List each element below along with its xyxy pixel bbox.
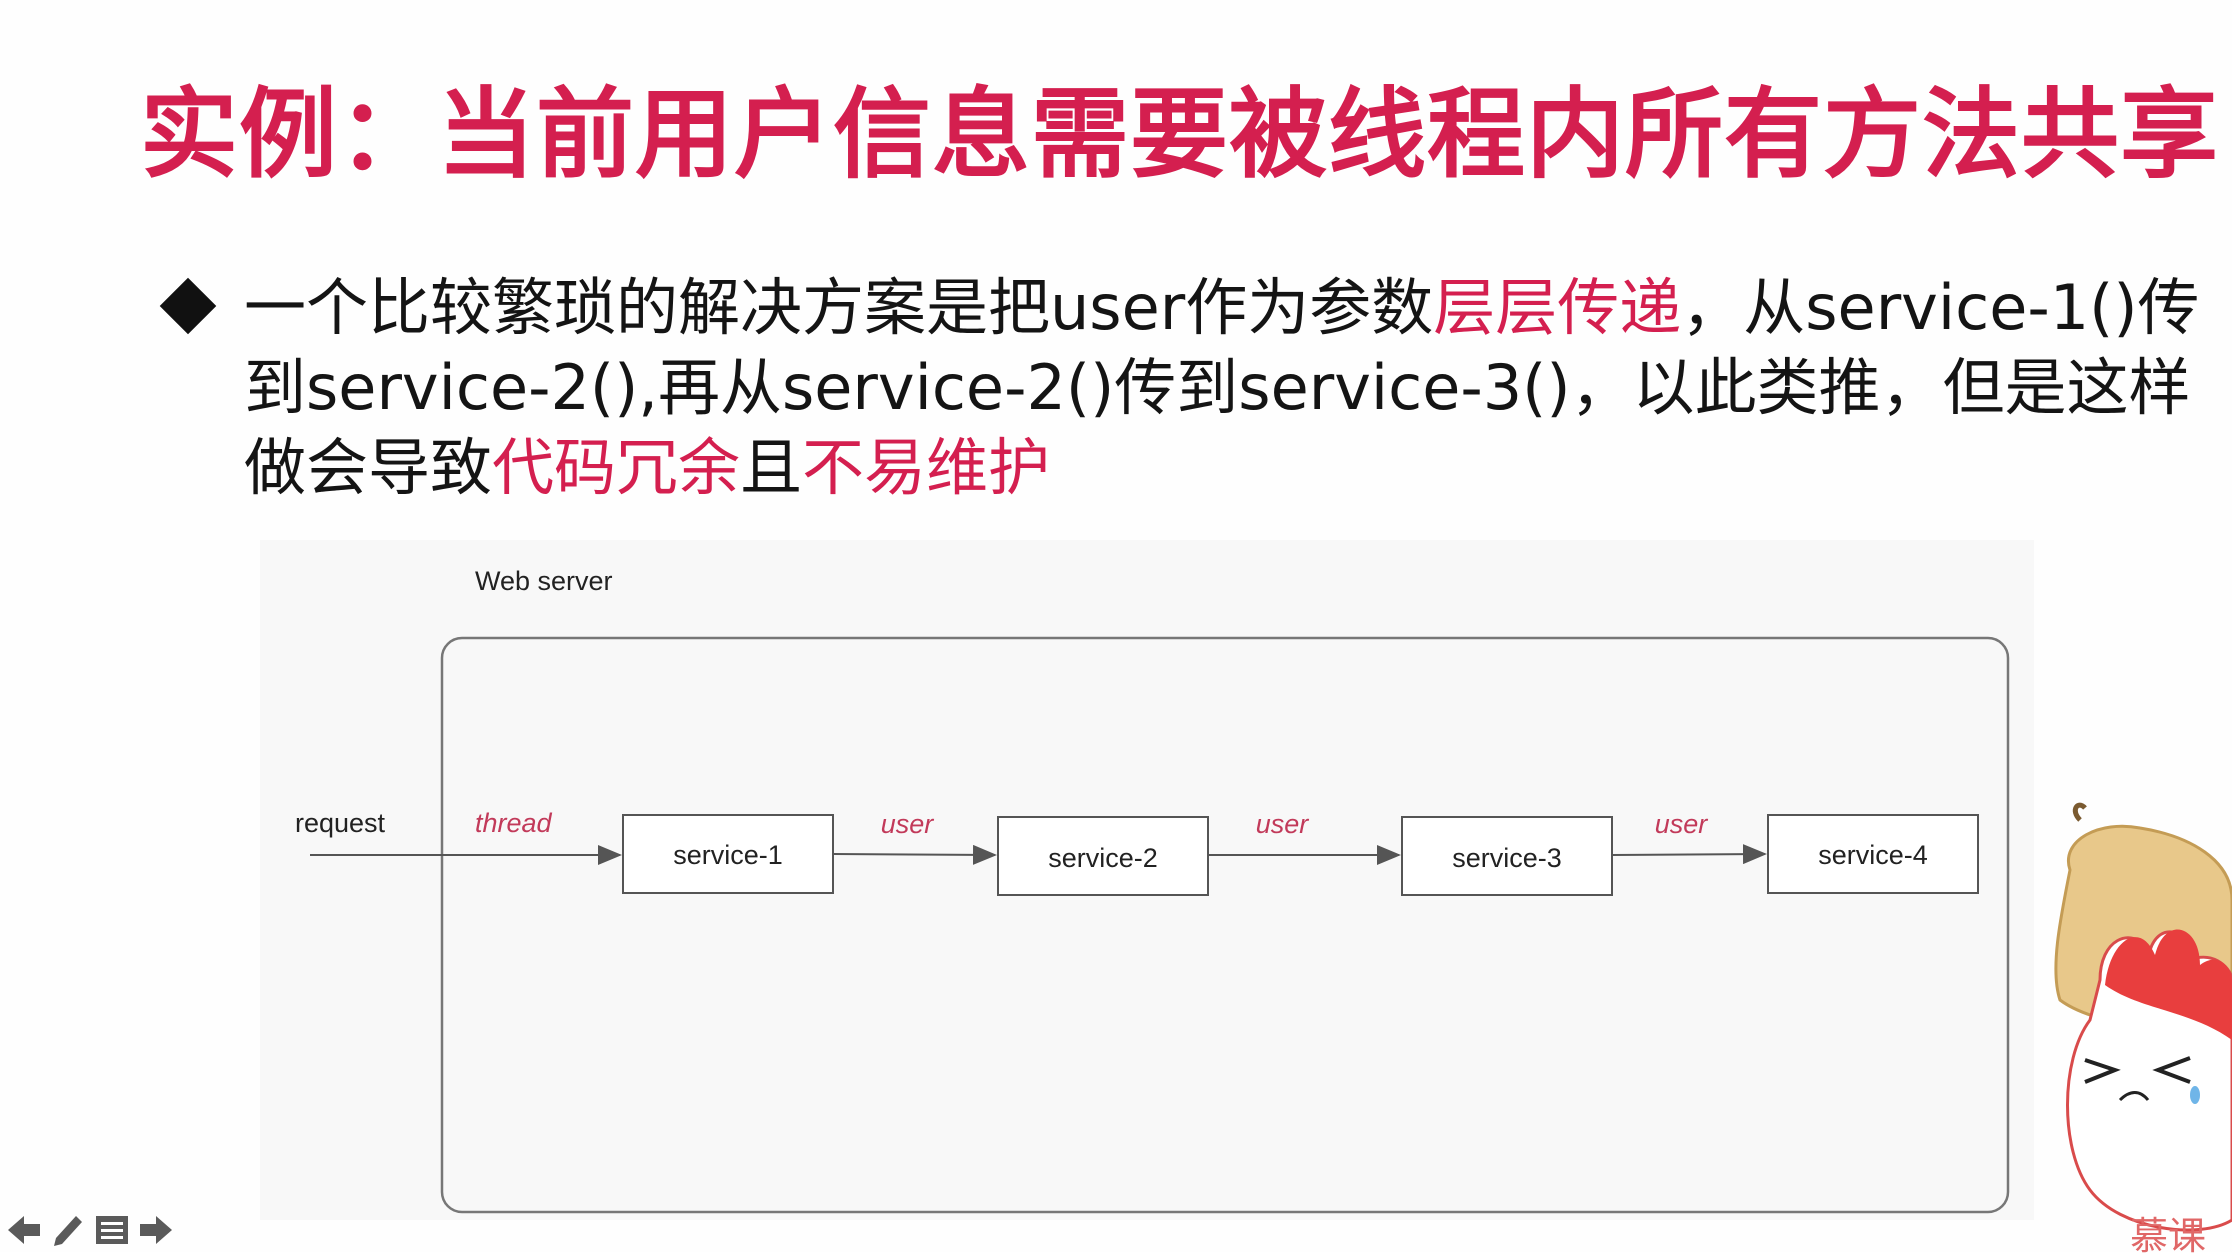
diagram-canvas: Web server request thread service-1 user… — [295, 566, 2010, 1214]
service-4-label: service-4 — [1818, 840, 1928, 870]
service-3-label: service-3 — [1452, 843, 1562, 873]
menu-icon[interactable] — [92, 1210, 132, 1250]
user-label-1: user — [881, 809, 935, 839]
web-server-label: Web server — [475, 566, 613, 596]
slide: 实例：当前用户信息需要被线程内所有方法共享 一个比较繁琐的解决方案是把user作… — [0, 0, 2232, 1258]
service-1-label: service-1 — [673, 840, 783, 870]
presentation-toolbar — [4, 1210, 174, 1250]
slide-title: 实例：当前用户信息需要被线程内所有方法共享 — [140, 78, 2220, 192]
bullet-text: 一个比较繁琐的解决方案是把user作为参数层层传递，从service-1()传到… — [244, 268, 2232, 508]
mascot-illustration — [2054, 802, 2232, 1232]
user-arrow-1 — [832, 844, 997, 865]
request-label: request — [295, 808, 386, 838]
user-label-2: user — [1256, 809, 1310, 839]
diamond-bullet-icon — [159, 277, 217, 335]
web-server-container — [440, 636, 2010, 1214]
user-label-3: user — [1655, 809, 1709, 839]
bullet-highlight: 代码冗余 — [492, 431, 741, 504]
bullet-highlight: 层层传递 — [1433, 271, 1682, 344]
pencil-icon[interactable] — [48, 1210, 88, 1250]
bullet-highlight: 不易维护 — [802, 431, 1051, 504]
bullet-segment: 且 — [740, 431, 803, 504]
thread-label: thread — [475, 808, 553, 838]
call-chain-diagram: Web server request thread service-1 user… — [260, 540, 2034, 1220]
user-arrow-3 — [1611, 844, 1767, 865]
bullet-segment: 一个比较繁琐的解决方案是把user作为参数 — [244, 271, 1434, 344]
arrow-right-icon[interactable] — [136, 1210, 176, 1250]
service-2-label: service-2 — [1048, 843, 1158, 873]
arrow-left-icon[interactable] — [4, 1210, 44, 1250]
